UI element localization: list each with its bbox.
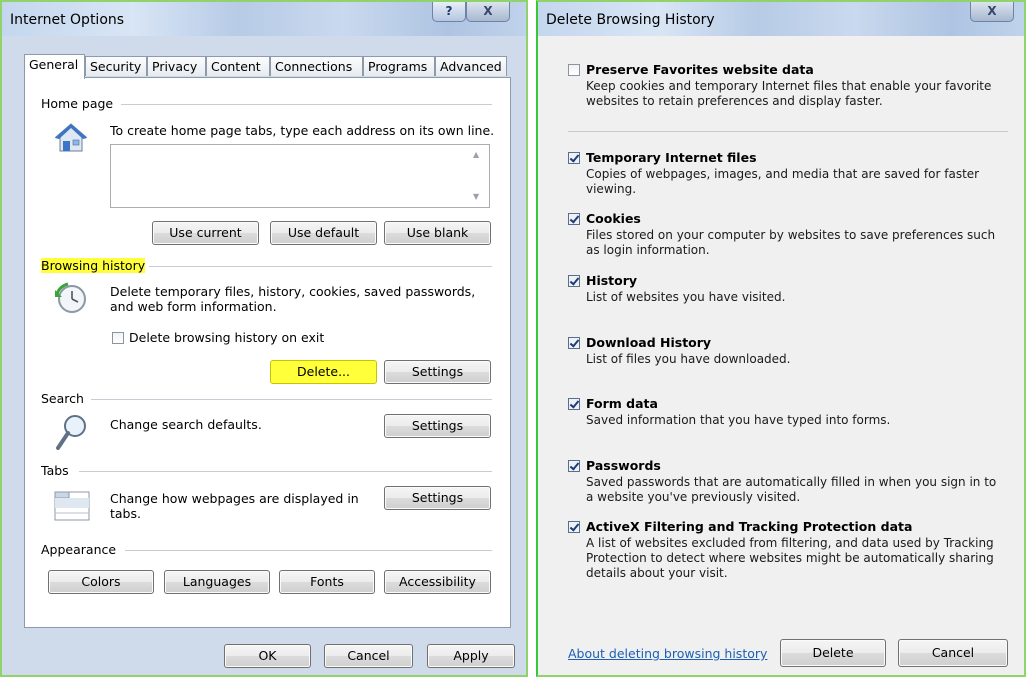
option-description: Saved information that you have typed in… [586, 413, 891, 427]
option-description: Saved passwords that are automatically f… [586, 475, 997, 504]
option-label[interactable]: Passwords [586, 458, 661, 473]
search-magnifier-icon [55, 412, 89, 452]
apply-button[interactable]: Apply [427, 644, 515, 668]
general-tab-panel: Home page To create home page tabs, type… [24, 77, 511, 628]
option-label[interactable]: History [586, 273, 637, 288]
option-label[interactable]: Temporary Internet files [586, 150, 757, 165]
tabs-settings-button[interactable]: Settings [384, 486, 491, 510]
browsing-history-heading: Browsing history [41, 258, 146, 273]
divider [91, 399, 492, 400]
separator [568, 131, 1008, 132]
search-settings-button[interactable]: Settings [384, 414, 491, 438]
option-description: List of files you have downloaded. [586, 352, 791, 366]
search-description: Change search defaults. [110, 417, 262, 432]
history-checkbox[interactable] [568, 275, 580, 287]
delete-on-exit-label[interactable]: Delete browsing history on exit [129, 330, 324, 345]
tab-programs[interactable]: Programs [363, 56, 435, 76]
delete-on-exit-checkbox[interactable] [112, 332, 124, 344]
history-clock-icon [53, 280, 89, 316]
close-button[interactable]: X [466, 2, 510, 22]
tab-privacy[interactable]: Privacy [147, 56, 206, 76]
window-title: Internet Options [10, 12, 125, 28]
use-current-button[interactable]: Use current [152, 221, 259, 245]
about-deleting-history-link[interactable]: About deleting browsing history [568, 646, 767, 661]
form-data-checkbox[interactable] [568, 398, 580, 410]
tabs-heading: Tabs [41, 463, 73, 478]
cookies-checkbox[interactable] [568, 213, 580, 225]
option-description: A list of websites excluded from filteri… [586, 536, 994, 580]
accessibility-button[interactable]: Accessibility [384, 570, 491, 594]
option-label[interactable]: Cookies [586, 211, 641, 226]
divider [149, 266, 492, 267]
preserve-favorites-checkbox[interactable] [568, 64, 580, 76]
home-page-heading: Home page [41, 96, 118, 111]
delete-browsing-history-window: Delete Browsing History X Preserve Favor… [536, 0, 1026, 677]
scroll-down-arrow-icon[interactable]: ▼ [473, 192, 479, 201]
option-label[interactable]: Form data [586, 396, 658, 411]
use-blank-button[interactable]: Use blank [384, 221, 491, 245]
passwords-checkbox[interactable] [568, 460, 580, 472]
delete-button[interactable]: Delete [780, 639, 886, 667]
temporary-files-checkbox[interactable] [568, 152, 580, 164]
option-label[interactable]: ActiveX Filtering and Tracking Protectio… [586, 519, 912, 534]
divider [121, 104, 492, 105]
ok-button[interactable]: OK [224, 644, 311, 668]
option-description: Copies of webpages, images, and media th… [586, 167, 980, 196]
tab-security[interactable]: Security [85, 56, 147, 76]
tab-content[interactable]: Content [206, 56, 270, 76]
tabs-window-icon [53, 486, 91, 524]
history-settings-button[interactable]: Settings [384, 360, 491, 384]
scroll-up-arrow-icon[interactable]: ▲ [473, 150, 479, 159]
divider [125, 550, 492, 551]
browsing-history-description: Delete temporary files, history, cookies… [110, 284, 476, 314]
activex-tracking-checkbox[interactable] [568, 521, 580, 533]
delete-history-button[interactable]: Delete... [270, 360, 377, 384]
close-button[interactable]: X [970, 2, 1014, 22]
help-button[interactable]: ? [432, 2, 466, 22]
window-title: Delete Browsing History [546, 12, 715, 28]
option-description: Files stored on your computer by website… [586, 228, 996, 257]
title-bar[interactable]: Internet Options ? X [2, 2, 526, 36]
divider [79, 471, 492, 472]
option-description: List of websites you have visited. [586, 290, 786, 304]
option-label[interactable]: Download History [586, 335, 711, 350]
delete-options-panel: Preserve Favorites website data Keep coo… [538, 36, 1024, 675]
tab-connections[interactable]: Connections [270, 56, 363, 76]
use-default-button[interactable]: Use default [270, 221, 377, 245]
internet-options-window: Internet Options ? X General Security Pr… [0, 0, 528, 677]
title-bar[interactable]: Delete Browsing History X [538, 2, 1024, 36]
home-page-description: To create home page tabs, type each addr… [110, 123, 495, 138]
search-heading: Search [41, 391, 88, 406]
tab-general[interactable]: General [24, 54, 85, 79]
download-history-checkbox[interactable] [568, 337, 580, 349]
home-page-textarea[interactable] [110, 144, 490, 208]
cancel-button[interactable]: Cancel [324, 644, 413, 668]
colors-button[interactable]: Colors [48, 570, 154, 594]
languages-button[interactable]: Languages [164, 570, 270, 594]
tabs-description: Change how webpages are displayed in tab… [110, 491, 359, 521]
cancel-button[interactable]: Cancel [898, 639, 1008, 667]
appearance-heading: Appearance [41, 542, 121, 557]
fonts-button[interactable]: Fonts [279, 570, 375, 594]
house-icon [53, 120, 89, 156]
option-label[interactable]: Preserve Favorites website data [586, 62, 814, 77]
option-description: Keep cookies and temporary Internet file… [586, 79, 992, 108]
tab-advanced[interactable]: Advanced [435, 56, 507, 76]
